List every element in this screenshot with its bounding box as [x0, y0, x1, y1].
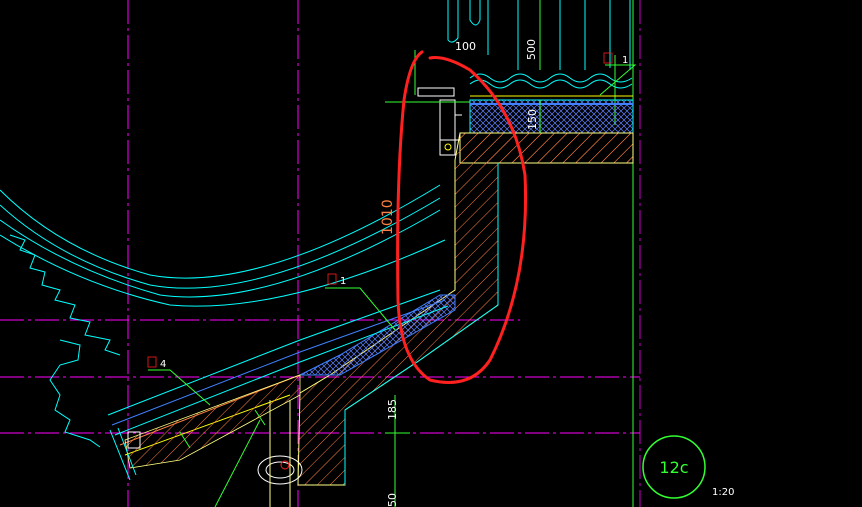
eave-hatch-strip	[124, 374, 301, 469]
dimension-1010: 1010	[380, 199, 396, 235]
tile-label-box	[603, 52, 613, 64]
ornament-profile	[9, 234, 121, 448]
material-label-4: 4	[160, 359, 166, 370]
material-label-4-box	[147, 356, 157, 368]
detail-tag-number: 12c	[659, 458, 688, 477]
eave-curves	[0, 184, 446, 307]
dimension-100: 100	[455, 40, 476, 53]
material-label-1: 1	[340, 276, 346, 287]
fascia-bracket	[417, 87, 462, 156]
dimension-50: 50	[386, 493, 399, 507]
dimension-150: 150	[526, 109, 539, 130]
cad-drawing-canvas: 100 500 150 1010 185 50 1 1 4 12c 1:20	[0, 0, 734, 507]
tile-label: 1	[622, 55, 628, 66]
concrete-section	[297, 132, 634, 486]
dimension-185: 185	[386, 399, 399, 420]
dimension-500: 500	[525, 39, 538, 60]
detail-scale: 1:20	[712, 487, 734, 498]
corbel	[257, 400, 303, 507]
